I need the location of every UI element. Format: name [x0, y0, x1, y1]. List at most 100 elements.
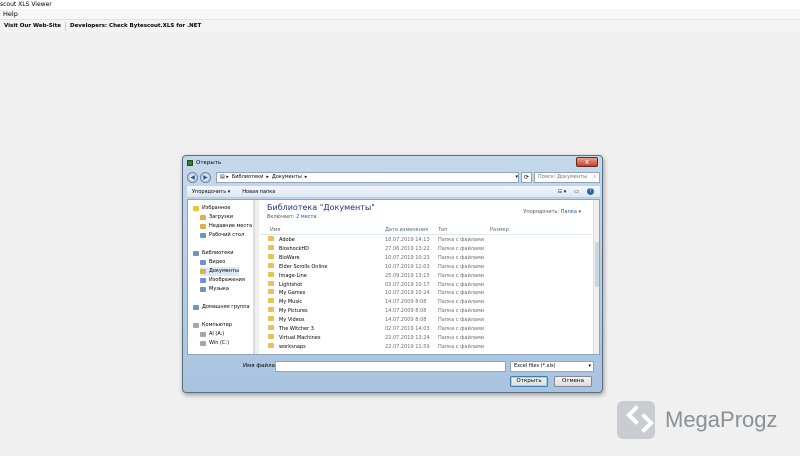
file-row[interactable]: worksnaps 22.07.2019 11:59 Папка с файлами — [260, 342, 592, 352]
nav-item-video[interactable]: Видео — [200, 258, 225, 267]
watermark: MegaProgz — [617, 399, 787, 441]
dialog-body: Избранное Загрузки Недавние места Рабочи… — [187, 199, 600, 355]
nav-item-recent-places[interactable]: Недавние места — [200, 222, 252, 231]
filename-input[interactable] — [275, 361, 506, 372]
library-title: Библиотека "Документы" — [267, 203, 375, 212]
column-header-date[interactable]: Дата изменения — [385, 227, 428, 233]
file-date: 18.07.2019 14:13 — [385, 237, 430, 243]
nav-item-favorites[interactable]: Избранное — [193, 204, 230, 213]
close-button[interactable]: x — [576, 157, 598, 167]
menu-bar: Help — [0, 9, 800, 20]
file-row[interactable]: BioWare 10.07.2019 10:23 Папка с файлами — [260, 253, 592, 263]
file-type: Папка с файлами — [438, 237, 484, 243]
breadcrumb-libraries[interactable]: Библиотеки — [232, 173, 264, 182]
app-title: scout XLS Viewer — [0, 1, 52, 8]
nav-item-desktop[interactable]: Рабочий стол — [200, 231, 244, 240]
nav-item-downloads[interactable]: Загрузки — [200, 213, 233, 222]
file-row[interactable]: My Videos 14.07.2009 8:08 Папка с файлами — [260, 316, 592, 325]
nav-item-documents[interactable]: Документы — [200, 267, 239, 276]
folder-icon — [268, 253, 274, 259]
view-options-icon[interactable]: ☷ ▾ — [558, 186, 567, 197]
nav-item-computer[interactable]: Компьютер — [193, 321, 232, 330]
dialog-title-bar: Открыть — [187, 158, 221, 168]
developers-link[interactable]: Developers: Check Bytescout.XLS for .NET — [66, 22, 205, 31]
new-folder-button[interactable]: Новая папка — [242, 186, 275, 197]
file-date: 25.09.2019 13:15 — [385, 272, 430, 279]
file-row[interactable]: BioshockHD 27.06.2019 13:22 Папка с файлам… — [260, 244, 592, 254]
file-row[interactable]: Adobe 18.07.2019 14:13 Папка с файлами — [260, 236, 592, 245]
nav-item-drive-a[interactable]: Al (A:) — [200, 330, 224, 339]
file-row[interactable]: The Witcher 3 02.07.2019 14:03 Папка с фай… — [260, 325, 592, 334]
folder-icon — [268, 307, 274, 313]
help-icon[interactable]: ? — [587, 188, 594, 195]
file-list-pane: Библиотека "Документы" Включает: 2 места… — [260, 200, 599, 354]
arrange-by-dropdown[interactable]: Папка ▾ — [561, 209, 581, 215]
file-name: Image-Line — [279, 272, 307, 279]
nav-item-music[interactable]: Музыка — [200, 285, 229, 294]
computer-icon — [193, 323, 199, 328]
open-button[interactable]: Открыть — [510, 376, 548, 387]
megaprogz-logo-icon — [617, 401, 655, 439]
watermark-text: MegaProgz — [665, 407, 778, 432]
back-button[interactable]: ◀ — [187, 172, 198, 183]
file-row[interactable]: My Games 10.07.2019 10:24 Папка с файлами — [260, 289, 592, 298]
column-header-type[interactable]: Тип — [438, 227, 448, 233]
file-name: BioWare — [279, 254, 300, 261]
folder-icon — [200, 260, 206, 265]
search-input[interactable]: Поиск: Документы ⌕ — [534, 172, 600, 183]
filetype-select[interactable]: Excel files (*.xls) ▾ — [510, 361, 594, 372]
library-icon: ▤ ▸ — [220, 174, 229, 180]
star-icon — [193, 206, 199, 211]
file-type: Папка с файлами — [438, 317, 484, 324]
navigation-bar: ◀ ▶ ▤ ▸ Библиотеки ▸ Документы ▸ ▾ ⟳ Пои… — [187, 171, 600, 184]
column-header-name[interactable]: Имя — [270, 227, 281, 233]
link-bar: Visit Our Web-Site Developers: Check Byt… — [0, 20, 800, 32]
file-row[interactable]: Elder Scrolls Online 10.07.2019 12:03 Папк… — [260, 262, 592, 272]
file-type: Папка с файлами — [438, 254, 484, 261]
nav-item-drive-c[interactable]: Win (C:) — [200, 339, 229, 348]
nav-item-libraries[interactable]: Библиотеки — [193, 249, 234, 258]
organize-button[interactable]: Упорядочить ▾ — [192, 186, 230, 197]
file-row[interactable]: My Pictures 14.07.2009 8:08 Папка с файлам… — [260, 307, 592, 316]
file-date: 22.07.2019 11:59 — [385, 343, 430, 350]
file-row[interactable]: Lightshot 03.07.2019 10:17 Папка с файлами — [260, 280, 592, 290]
file-name: Elder Scrolls Online — [279, 263, 328, 270]
file-date: 14.07.2009 8:08 — [385, 317, 427, 324]
forward-button[interactable]: ▶ — [200, 172, 211, 183]
file-row[interactable]: Virtual Machines 22.07.2019 13:24 Папка с … — [260, 333, 592, 343]
file-date: 14.07.2009 8:08 — [385, 299, 427, 306]
search-placeholder: Поиск: Документы — [538, 174, 588, 180]
file-date: 02.07.2019 14:03 — [385, 326, 430, 332]
refresh-button[interactable]: ⟳ — [521, 172, 532, 183]
folder-icon — [268, 280, 274, 286]
file-list-scrollbar[interactable] — [593, 200, 599, 354]
menu-item-help[interactable]: Help — [3, 10, 18, 18]
dialog-toolbar: Упорядочить ▾ Новая папка ☷ ▾ ▭ ? — [187, 186, 600, 198]
file-date: 10.07.2019 10:23 — [385, 254, 430, 261]
navigation-scrollbar[interactable] — [254, 200, 259, 354]
nav-item-homegroup[interactable]: Домашняя группа — [193, 303, 250, 312]
folder-icon — [268, 271, 274, 277]
file-name: My Videos — [279, 317, 305, 324]
folder-icon — [200, 287, 206, 292]
file-type: Папка с файлами — [438, 326, 484, 332]
chevron-down-icon[interactable]: ▾ — [515, 173, 518, 182]
scrollbar-thumb[interactable] — [595, 242, 599, 287]
open-file-dialog: Открыть x ◀ ▶ ▤ ▸ Библиотеки ▸ Документы… — [182, 155, 603, 393]
visit-website-link[interactable]: Visit Our Web-Site — [0, 22, 66, 31]
folder-icon — [268, 236, 274, 241]
nav-item-pictures[interactable]: Изображения — [200, 276, 245, 285]
preview-pane-icon[interactable]: ▭ — [574, 186, 579, 197]
file-row[interactable]: My Music 14.07.2009 8:08 Папка с файлами — [260, 298, 592, 307]
library-locations-link[interactable]: 2 места — [296, 214, 316, 220]
breadcrumb-documents[interactable]: Документы — [272, 173, 302, 182]
folder-icon — [268, 244, 274, 250]
address-bar[interactable]: ▤ ▸ Библиотеки ▸ Документы ▸ ▾ — [216, 172, 519, 183]
folder-icon — [268, 333, 274, 339]
file-name: Adobe — [279, 237, 295, 243]
file-row[interactable]: Image-Line 25.09.2019 13:15 Папка с файлам… — [260, 271, 592, 281]
cancel-button[interactable]: Отмена — [554, 376, 592, 387]
column-header-size[interactable]: Размер — [490, 227, 509, 233]
search-icon: ⌕ — [593, 174, 596, 180]
file-type: Папка с файлами — [438, 245, 484, 252]
